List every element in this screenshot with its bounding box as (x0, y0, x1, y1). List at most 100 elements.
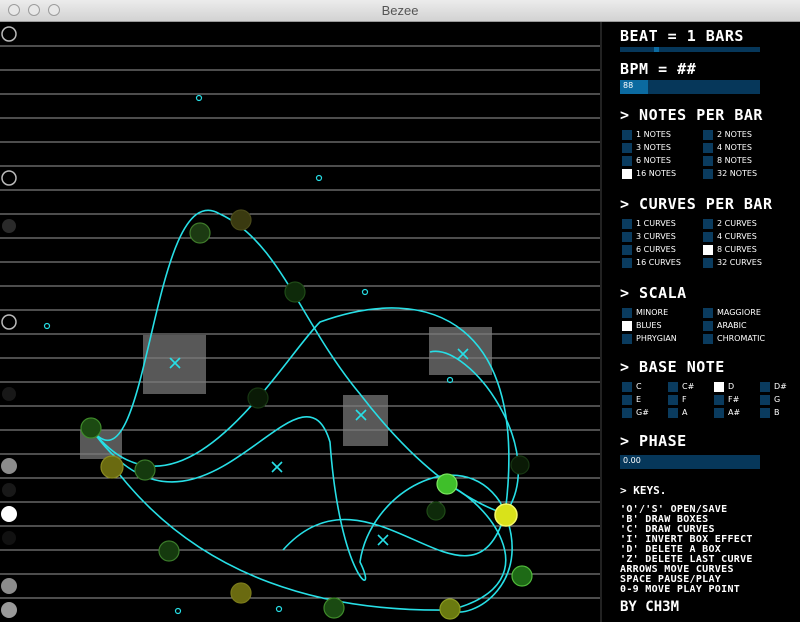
curves-per-bar-checkbox[interactable] (622, 232, 632, 242)
note-indicator (2, 483, 16, 497)
base-note-label: G (774, 395, 781, 404)
beat-indicator (653, 47, 659, 52)
curves-per-bar-checkbox[interactable] (703, 219, 713, 229)
phase-header: > PHASE (620, 432, 687, 450)
bpm-label: BPM = ## (620, 60, 697, 78)
base-note-checkbox[interactable] (714, 382, 724, 392)
notes-per-bar-checkbox[interactable] (622, 143, 632, 153)
window-title: Bezee (381, 3, 419, 18)
scala-label: PHRYGIAN (636, 334, 677, 343)
base-note-checkbox[interactable] (760, 395, 770, 405)
keys-help: 'O'/'S' OPEN/SAVE 'B' DRAW BOXES 'C' DRAW … (620, 505, 753, 595)
phase-slider[interactable]: 0.00 (620, 455, 760, 469)
scala-label: MAGGIORE (717, 308, 761, 317)
notes-per-bar-checkbox[interactable] (622, 169, 632, 179)
notes-per-bar-label: 4 NOTES (717, 143, 752, 152)
base-note-label: G# (636, 408, 649, 417)
bezier-curve (91, 416, 513, 613)
bpm-value: 88 (623, 81, 634, 90)
small-handles (43, 94, 454, 615)
note-indicators (1, 26, 17, 618)
base-note-checkbox[interactable] (760, 382, 770, 392)
base-note-checkbox[interactable] (760, 408, 770, 418)
notes-per-bar-label: 8 NOTES (717, 156, 752, 165)
notes-per-bar-label: 2 NOTES (717, 130, 752, 139)
phase-value: 0.00 (623, 456, 641, 465)
base-note-label: F (682, 395, 687, 404)
curves-per-bar-label: 16 CURVES (636, 258, 681, 267)
bpm-slider[interactable]: 88 (620, 80, 760, 94)
notes-per-bar-checkbox[interactable] (622, 156, 632, 166)
control-point-x (271, 461, 283, 473)
scala-header: > SCALA (620, 284, 687, 302)
curves-per-bar-label: 1 CURVES (636, 219, 676, 228)
note-indicator (1, 458, 17, 474)
curves-per-bar-label: 3 CURVES (636, 232, 676, 241)
scala-checkbox[interactable] (703, 308, 713, 318)
curve-canvas[interactable] (0, 22, 600, 622)
base-note-checkbox[interactable] (622, 395, 632, 405)
credit: BY CH3M (620, 599, 680, 615)
base-note-label: B (774, 408, 780, 417)
control-panel: BEAT = 1 BARS BPM = ## 88 > NOTES PER BA… (600, 22, 800, 622)
scala-checkbox[interactable] (622, 334, 632, 344)
curves-per-bar-label: 2 CURVES (717, 219, 757, 228)
note-indicator-active (1, 506, 17, 522)
curves-per-bar-checkbox[interactable] (622, 245, 632, 255)
base-note-checkbox[interactable] (622, 408, 632, 418)
base-note-checkbox[interactable] (668, 395, 678, 405)
base-note-label: A# (728, 408, 741, 417)
curves-per-bar-checkbox[interactable] (703, 245, 713, 255)
beat-label: BEAT = 1 BARS (620, 27, 744, 45)
notes-per-bar-checkbox[interactable] (703, 143, 713, 153)
keys-help-line: 0-9 MOVE PLAY POINT (620, 584, 741, 595)
note-indicator (1, 26, 17, 42)
scala-checkbox[interactable] (703, 321, 713, 331)
note-indicator (2, 219, 16, 233)
base-note-label: C (636, 382, 642, 391)
curves-per-bar-label: 32 CURVES (717, 258, 762, 267)
notes-per-bar-label: 3 NOTES (636, 143, 671, 152)
notes-per-bar-checkbox[interactable] (703, 156, 713, 166)
beat-progress[interactable] (620, 47, 760, 52)
scala-checkbox[interactable] (622, 321, 632, 331)
keys-title: > KEYS. (620, 484, 667, 497)
scala-checkbox[interactable] (703, 334, 713, 344)
notes-per-bar-checkbox[interactable] (703, 130, 713, 140)
base-note-checkbox[interactable] (668, 408, 678, 418)
canvas-graphics[interactable] (0, 22, 600, 622)
base-note-label: D (728, 382, 735, 391)
notes-per-bar-header: > NOTES PER BAR (620, 106, 763, 124)
control-point-x (377, 534, 389, 546)
curves-per-bar-label: 8 CURVES (717, 245, 757, 254)
note-indicator (1, 314, 17, 330)
curves-per-bar-label: 6 CURVES (636, 245, 676, 254)
scala-label: ARABIC (717, 321, 747, 330)
effect-boxes (80, 327, 492, 459)
base-note-label: C# (682, 382, 695, 391)
base-note-label: E (636, 395, 642, 404)
curves-per-bar-checkbox[interactable] (622, 219, 632, 229)
base-note-checkbox[interactable] (668, 382, 678, 392)
scala-label: CHROMATIC (717, 334, 766, 343)
note-indicator (1, 602, 17, 618)
note-indicator (2, 531, 16, 545)
scala-checkbox[interactable] (622, 308, 632, 318)
curves-per-bar-checkbox[interactable] (703, 232, 713, 242)
notes-per-bar-checkbox[interactable] (622, 130, 632, 140)
base-note-label: A (682, 408, 688, 417)
base-note-checkbox[interactable] (714, 395, 724, 405)
curves-per-bar-checkbox[interactable] (622, 258, 632, 268)
note-indicator (2, 387, 16, 401)
base-note-header: > BASE NOTE (620, 358, 725, 376)
base-note-label: F# (728, 395, 740, 404)
note-indicator (1, 170, 17, 186)
curves-per-bar-checkbox[interactable] (703, 258, 713, 268)
notes-per-bar-checkbox[interactable] (703, 169, 713, 179)
base-note-checkbox[interactable] (622, 382, 632, 392)
base-note-checkbox[interactable] (714, 408, 724, 418)
scala-label: MINORE (636, 308, 669, 317)
curves-per-bar-label: 4 CURVES (717, 232, 757, 241)
bezier-curves (91, 209, 520, 613)
notes-per-bar-label: 6 NOTES (636, 156, 671, 165)
